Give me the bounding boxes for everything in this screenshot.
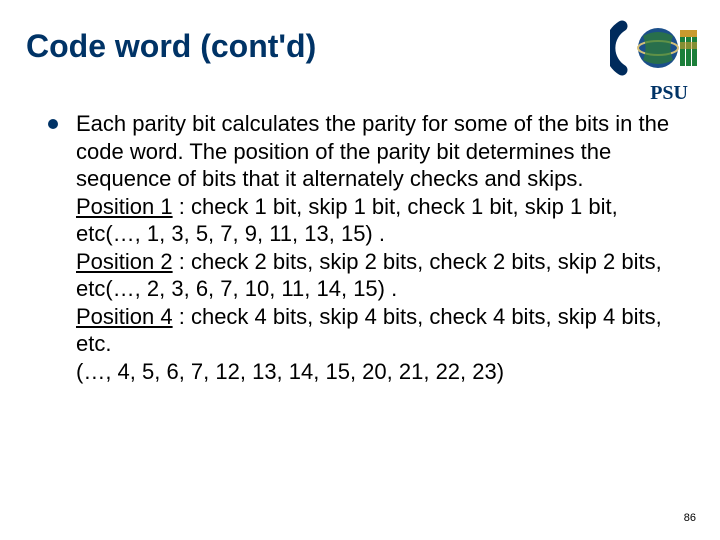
intro-text: Each parity bit calculates the parity fo… bbox=[76, 111, 669, 191]
slide-title: Code word (cont'd) bbox=[26, 28, 316, 65]
psu-logo bbox=[610, 18, 700, 78]
bullet-item: Each parity bit calculates the parity fo… bbox=[48, 110, 672, 385]
position-1-label: Position 1 bbox=[76, 194, 173, 219]
position-2-label: Position 2 bbox=[76, 249, 173, 274]
slide: Code word (cont'd) PSU Each parity bit c… bbox=[0, 0, 720, 540]
psu-label: PSU bbox=[650, 82, 688, 105]
bullet-text: Each parity bit calculates the parity fo… bbox=[76, 110, 672, 385]
position-4-label: Position 4 bbox=[76, 304, 173, 329]
bullet-dot-icon bbox=[48, 119, 58, 129]
tail-text: (…, 4, 5, 6, 7, 12, 13, 14, 15, 20, 21, … bbox=[76, 359, 504, 384]
page-number: 86 bbox=[684, 512, 696, 524]
